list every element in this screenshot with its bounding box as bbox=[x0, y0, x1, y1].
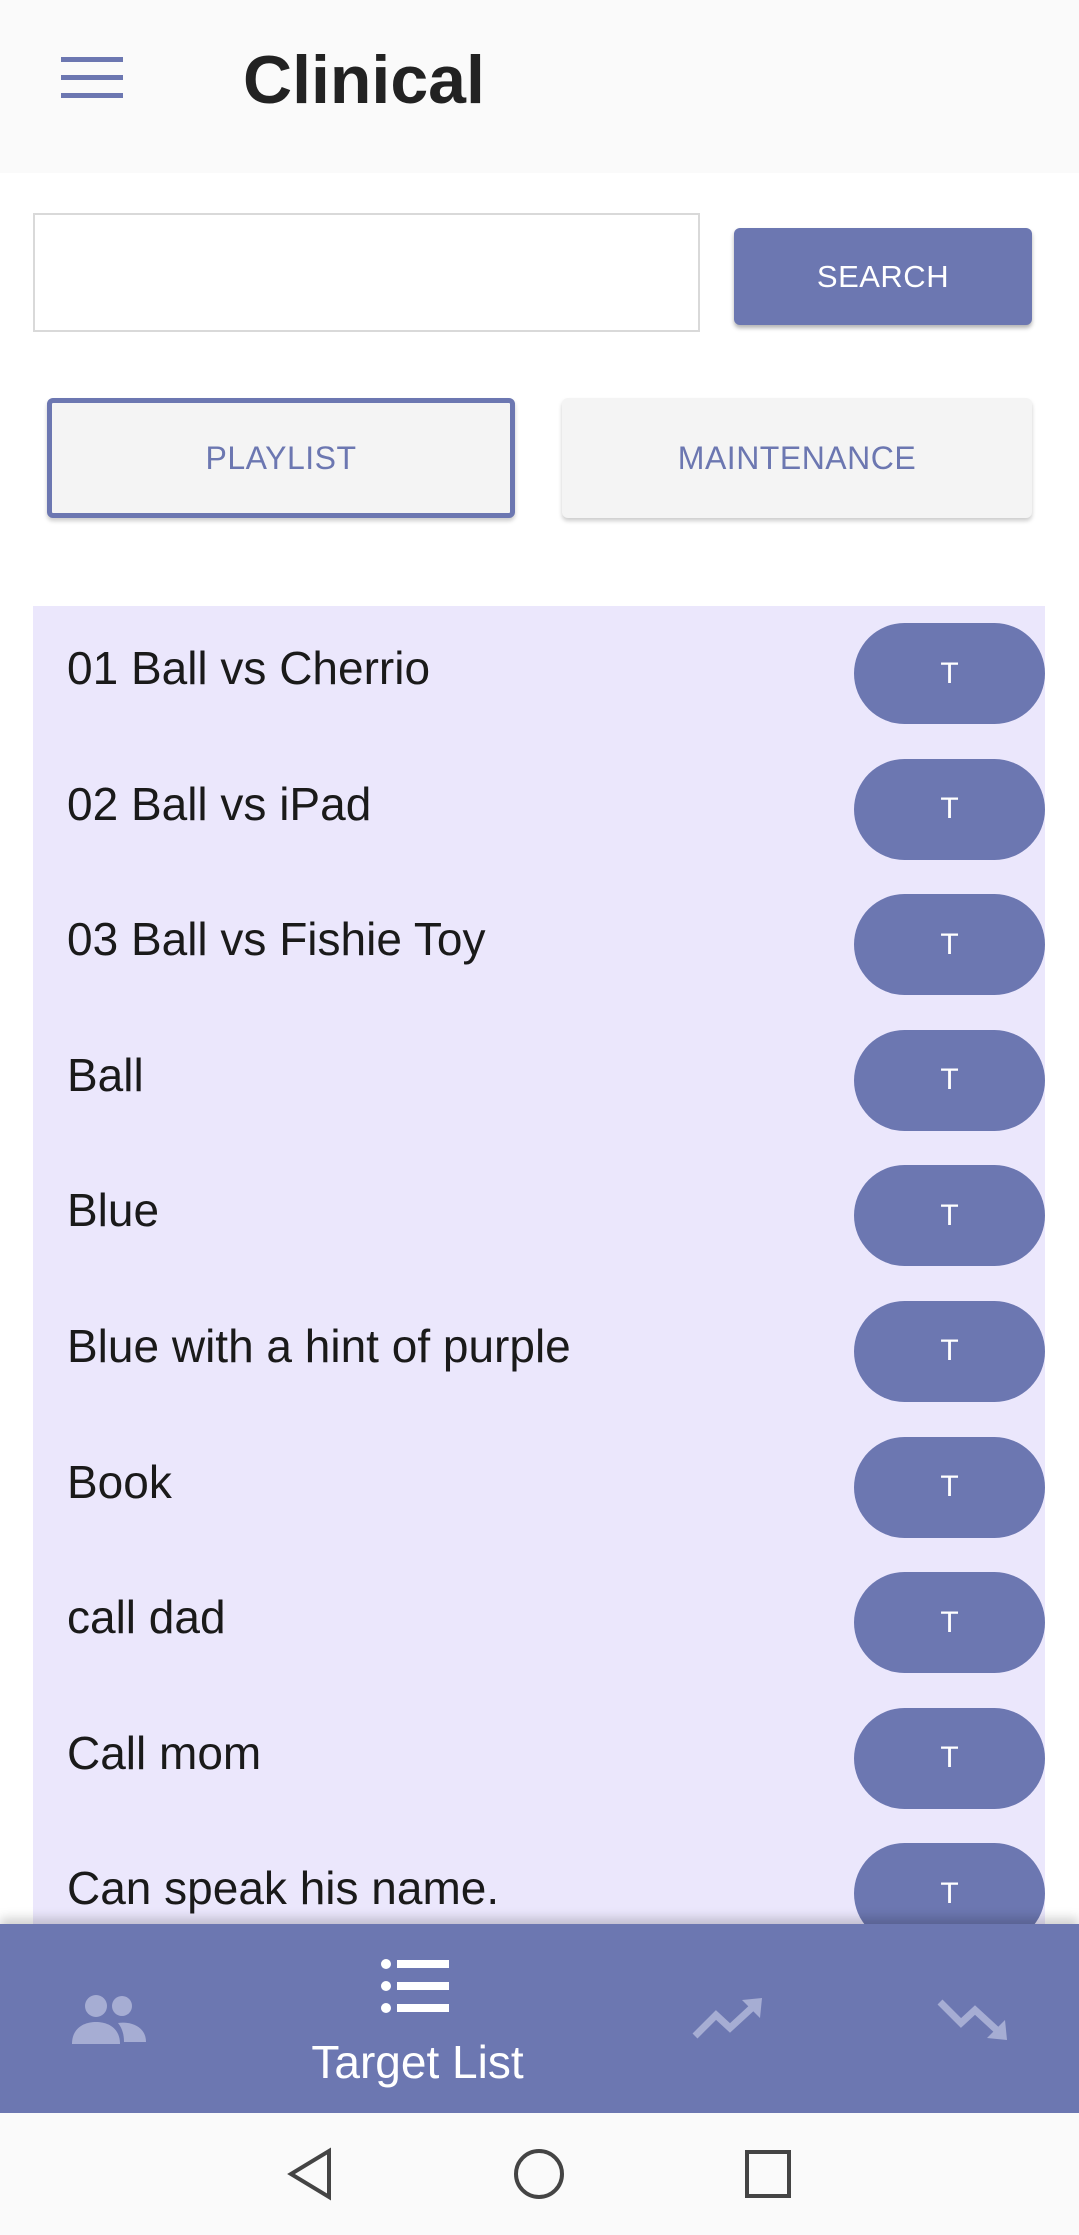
target-label: Call mom bbox=[67, 1726, 262, 1779]
target-label: 02 Ball vs iPad bbox=[67, 777, 372, 830]
list-icon bbox=[381, 1959, 449, 2013]
target-label: Can speak his name. bbox=[67, 1862, 500, 1915]
back-icon[interactable] bbox=[285, 2147, 335, 2201]
people-icon bbox=[72, 1995, 146, 2044]
page-title: Clinical bbox=[243, 42, 485, 118]
t-button[interactable]: T bbox=[854, 1029, 1045, 1131]
t-button[interactable]: T bbox=[854, 758, 1045, 860]
target-label: Blue bbox=[67, 1184, 160, 1237]
t-button[interactable]: T bbox=[854, 623, 1045, 724]
list-item[interactable]: 03 Ball vs Fishie Toy T bbox=[33, 877, 1045, 1013]
list-item[interactable]: Ball T bbox=[33, 1013, 1045, 1149]
t-button[interactable]: T bbox=[854, 1843, 1045, 1926]
nav-item-people[interactable] bbox=[60, 1924, 160, 2113]
list-item[interactable]: 01 Ball vs Cherrio T bbox=[33, 606, 1045, 742]
target-label: call dad bbox=[67, 1591, 226, 1644]
target-label: Book bbox=[67, 1455, 172, 1508]
tab-playlist[interactable]: PLAYLIST bbox=[47, 398, 515, 518]
system-navigation-bar bbox=[0, 2113, 1079, 2235]
nav-item-target-list[interactable]: Target List bbox=[300, 1924, 535, 2113]
t-button[interactable]: T bbox=[854, 894, 1045, 996]
t-button[interactable]: T bbox=[854, 1572, 1045, 1674]
list-item[interactable]: Blue with a hint of purple T bbox=[33, 1284, 1045, 1420]
t-button[interactable]: T bbox=[854, 1300, 1045, 1402]
t-button[interactable]: T bbox=[854, 1707, 1045, 1809]
hamburger-menu-icon[interactable] bbox=[57, 53, 127, 103]
list-item[interactable]: Can speak his name. T bbox=[33, 1826, 1045, 1926]
nav-item-trending-up[interactable] bbox=[680, 1924, 780, 2113]
tab-maintenance[interactable]: MAINTENANCE bbox=[562, 398, 1032, 518]
list-item[interactable]: Book T bbox=[33, 1420, 1045, 1556]
recents-icon[interactable] bbox=[744, 2149, 792, 2199]
target-list: 01 Ball vs Cherrio T 02 Ball vs iPad T 0… bbox=[33, 606, 1045, 1926]
list-item[interactable]: Blue T bbox=[33, 1148, 1045, 1284]
search-button[interactable]: SEARCH bbox=[734, 228, 1032, 325]
list-item[interactable]: 02 Ball vs iPad T bbox=[33, 742, 1045, 878]
list-item[interactable]: Call mom T bbox=[33, 1691, 1045, 1827]
trending-down-icon bbox=[937, 1999, 1007, 2040]
t-button[interactable]: T bbox=[854, 1436, 1045, 1538]
target-label: 03 Ball vs Fishie Toy bbox=[67, 913, 486, 966]
bottom-navigation: Target List bbox=[0, 1924, 1079, 2113]
trending-up-icon bbox=[692, 1998, 762, 2039]
home-icon[interactable] bbox=[512, 2147, 566, 2201]
list-item[interactable]: call dad T bbox=[33, 1555, 1045, 1691]
t-button[interactable]: T bbox=[854, 1165, 1045, 1267]
target-label: Blue with a hint of purple bbox=[67, 1319, 571, 1372]
nav-label-target-list: Target List bbox=[311, 2036, 524, 2088]
nav-item-trending-down[interactable] bbox=[925, 1924, 1025, 2113]
target-label: Ball bbox=[67, 1048, 144, 1101]
target-label: 01 Ball vs Cherrio bbox=[67, 642, 431, 694]
app-bar: Clinical bbox=[0, 0, 1079, 173]
search-input[interactable] bbox=[33, 213, 700, 332]
